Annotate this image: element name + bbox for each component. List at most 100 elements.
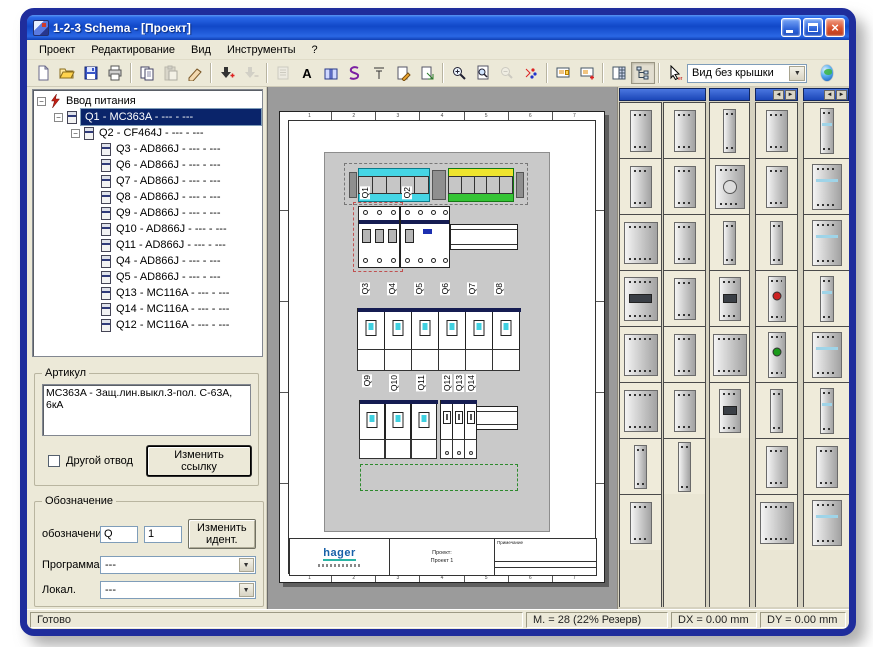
zoom-in-button[interactable]: [447, 62, 471, 84]
tree-item[interactable]: −Q1 - MC363A - --- - ---: [33, 109, 262, 125]
tree-item[interactable]: Q5 - AD866J - --- - ---: [33, 269, 262, 285]
catalog-cell[interactable]: [619, 158, 662, 215]
other-tap-checkbox[interactable]: [48, 455, 60, 467]
scroll-right-icon[interactable]: ►: [785, 90, 796, 100]
tree-item[interactable]: Q11 - AD866J - --- - ---: [33, 237, 262, 253]
print-button[interactable]: [103, 62, 127, 84]
change-ident-button[interactable]: Изменить идент.: [188, 519, 256, 549]
catalog-cell[interactable]: [803, 158, 849, 215]
minimize-button[interactable]: [781, 18, 801, 37]
catalog-cell[interactable]: [619, 214, 662, 271]
pencil-button[interactable]: [183, 62, 207, 84]
menu-item-1[interactable]: Редактирование: [83, 42, 183, 58]
device-q5[interactable]: [411, 308, 439, 350]
device-q8[interactable]: [492, 308, 520, 350]
catalog-cell[interactable]: [619, 382, 662, 439]
print-preview-button[interactable]: [471, 62, 495, 84]
scroll-left-icon[interactable]: ◄: [824, 90, 835, 100]
local-select[interactable]: --- ▼: [100, 581, 256, 599]
tree-item[interactable]: Q3 - AD866J - --- - ---: [33, 141, 262, 157]
device-q3[interactable]: [357, 308, 385, 350]
catalog-cell[interactable]: [803, 438, 849, 495]
chevron-down-icon[interactable]: ▼: [789, 66, 805, 81]
sheet-edit-button[interactable]: [391, 62, 415, 84]
new-button[interactable]: [31, 62, 55, 84]
maximize-button[interactable]: [803, 18, 823, 37]
panel-view-button[interactable]: [607, 62, 631, 84]
pe-terminal-block[interactable]: [448, 168, 514, 202]
catalog-cell[interactable]: [803, 102, 849, 159]
catalog-cell[interactable]: [709, 270, 750, 327]
catalog-cell[interactable]: [803, 270, 849, 327]
catalog-group-header[interactable]: ◄►: [803, 88, 849, 101]
tree-root-row[interactable]: −Ввод питания: [33, 93, 262, 109]
menu-item-4[interactable]: ?: [304, 42, 326, 58]
catalog-cell[interactable]: [803, 382, 849, 439]
catalog-cell[interactable]: [663, 158, 706, 215]
menu-item-3[interactable]: Инструменты: [219, 42, 304, 58]
view-mode-select[interactable]: Вид без крышки ▼: [687, 64, 807, 83]
frame-add-button[interactable]: [575, 62, 599, 84]
catalog-cell[interactable]: [755, 214, 798, 271]
catalog-cell[interactable]: [663, 438, 706, 495]
tree-item[interactable]: Q6 - AD866J - --- - ---: [33, 157, 262, 173]
catalog-cell[interactable]: [709, 326, 750, 383]
tree-item[interactable]: Q13 - MC116A - --- - ---: [33, 285, 262, 301]
catalog-cell[interactable]: [663, 270, 706, 327]
catalog-cell[interactable]: [619, 494, 662, 551]
catalog-button[interactable]: [319, 62, 343, 84]
catalog-cell[interactable]: [619, 326, 662, 383]
tree-item[interactable]: Q14 - MC116A - --- - ---: [33, 301, 262, 317]
change-link-button[interactable]: Изменить ссылку: [147, 446, 251, 476]
catalog-group-header[interactable]: [619, 88, 706, 101]
open-button[interactable]: [55, 62, 79, 84]
tree-item[interactable]: Q12 - MC116A - --- - ---: [33, 317, 262, 333]
catalog-cell[interactable]: [755, 270, 798, 327]
text-button[interactable]: A: [295, 62, 319, 84]
menu-item-0[interactable]: Проект: [31, 42, 83, 58]
menu-item-2[interactable]: Вид: [183, 42, 219, 58]
program-select[interactable]: --- ▼: [100, 556, 256, 574]
tree-expander[interactable]: −: [71, 129, 80, 138]
catalog-cell[interactable]: [709, 382, 750, 439]
tree-item[interactable]: Q7 - AD866J - --- - ---: [33, 173, 262, 189]
artikul-textbox[interactable]: MC363A - Защ.лин.выкл.3-пол. C-63A, 6кА: [42, 384, 251, 436]
catalog-cell[interactable]: [803, 494, 849, 551]
scroll-right-icon[interactable]: ►: [836, 90, 847, 100]
drawing-canvas[interactable]: 1234567 1234567: [267, 87, 617, 609]
device-q2-rccb[interactable]: [400, 206, 450, 268]
catalog-cell[interactable]: [755, 326, 798, 383]
hager-symbol-button[interactable]: [343, 62, 367, 84]
options-button[interactable]: [519, 62, 543, 84]
catalog-cell[interactable]: [803, 326, 849, 383]
tree-expander[interactable]: −: [37, 97, 46, 106]
catalog-cell[interactable]: [755, 382, 798, 439]
device-q9[interactable]: [359, 400, 385, 440]
tree-item[interactable]: Q8 - AD866J - --- - ---: [33, 189, 262, 205]
close-button[interactable]: ×: [825, 18, 845, 37]
save-button[interactable]: [79, 62, 103, 84]
designation-prefix-input[interactable]: Q: [100, 526, 138, 543]
catalog-cell[interactable]: [755, 438, 798, 495]
catalog-cell[interactable]: [619, 438, 662, 495]
sheet-arrow-button[interactable]: [415, 62, 439, 84]
tree-expander[interactable]: −: [54, 113, 63, 122]
chevron-down-icon[interactable]: ▼: [239, 583, 254, 597]
designation-number-input[interactable]: 1: [144, 526, 182, 543]
catalog-cell[interactable]: [663, 102, 706, 159]
tree-item[interactable]: Q10 - AD866J - --- - ---: [33, 221, 262, 237]
tree-item[interactable]: Q9 - AD866J - --- - ---: [33, 205, 262, 221]
catalog-cell[interactable]: [755, 494, 798, 551]
catalog-cell[interactable]: [755, 158, 798, 215]
chevron-down-icon[interactable]: ▼: [239, 558, 254, 572]
scroll-left-icon[interactable]: ◄: [773, 90, 784, 100]
device-q4[interactable]: [384, 308, 412, 350]
pointer-button[interactable]: er: [663, 62, 687, 84]
catalog-cell[interactable]: [663, 326, 706, 383]
device-q11[interactable]: [411, 400, 437, 440]
frame-edit-button[interactable]: [551, 62, 575, 84]
tree-item[interactable]: −Q2 - CF464J - --- - ---: [33, 125, 262, 141]
catalog-cell[interactable]: [709, 214, 750, 271]
device-q6[interactable]: [438, 308, 466, 350]
device-q1-main-breaker[interactable]: [358, 206, 400, 268]
